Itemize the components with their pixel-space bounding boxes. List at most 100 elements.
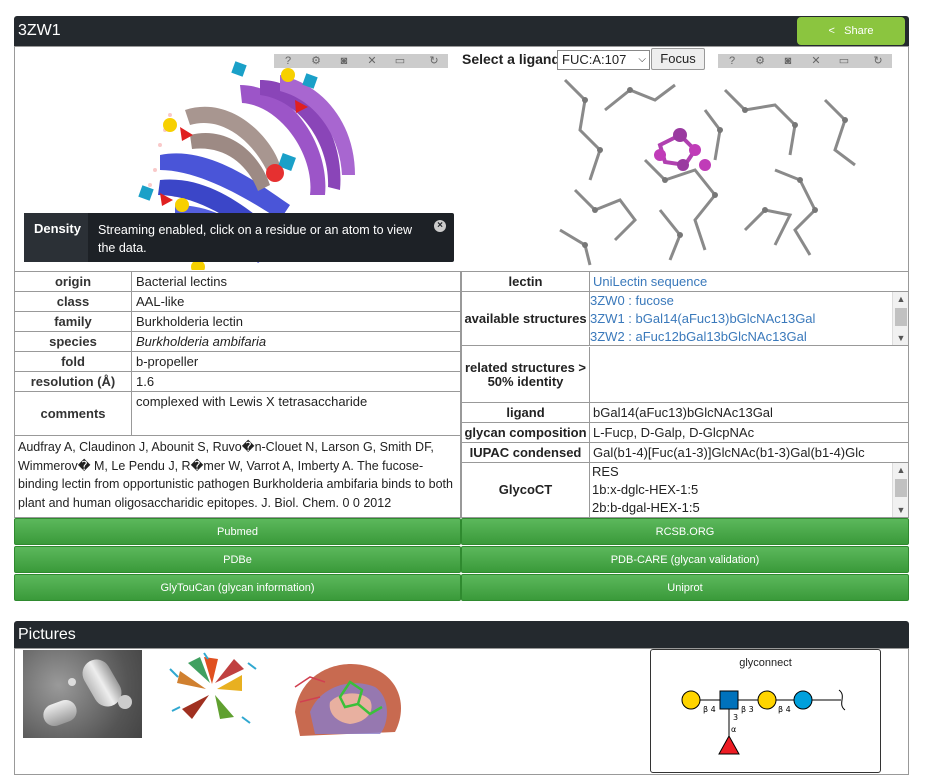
- chevron-up-icon[interactable]: ▲: [893, 292, 909, 306]
- glcnac-residue: [231, 61, 247, 77]
- related-structures-label: related structures > 50% identity: [462, 347, 590, 403]
- camera-icon[interactable]: ◙: [774, 54, 802, 68]
- glycan-link-label: β 4: [778, 705, 791, 714]
- gear-icon[interactable]: ⚙: [746, 54, 774, 68]
- focus-button[interactable]: Focus: [651, 48, 705, 70]
- list-item[interactable]: 3ZW2 : aFuc12bGal13bGlcNAc13Gal: [590, 328, 908, 346]
- chevron-down-icon[interactable]: ▼: [893, 503, 909, 517]
- glcnac-residue: [138, 185, 154, 201]
- pdbe-button[interactable]: PDBe: [14, 546, 461, 573]
- glycan-diagram: β 4 β 3 β 4 3 α: [681, 689, 846, 755]
- glycan-link-label: β 4: [703, 705, 716, 714]
- bacterium-shape: [40, 696, 80, 730]
- bacterium-shape: [118, 695, 132, 709]
- related-structures-value: [590, 347, 908, 403]
- scrollbar[interactable]: ▲ ▼: [892, 292, 908, 345]
- chevron-down-icon: ⌵: [638, 54, 646, 65]
- expand-icon[interactable]: ▭: [386, 54, 414, 68]
- ligand-value: bGal14(aFuc13)bGlcNAc13Gal: [590, 403, 908, 423]
- pictures-title: Pictures: [18, 626, 76, 643]
- fucose-icon: [718, 734, 740, 755]
- list-item[interactable]: 3ZW0 : fucose: [590, 292, 908, 310]
- list-item[interactable]: 3ZW1 : bGal14(aFuc13)bGlcNAc13Gal: [590, 310, 908, 328]
- refresh-icon[interactable]: ↻: [420, 54, 448, 68]
- row-value: AAL-like: [131, 291, 461, 312]
- chevron-down-icon[interactable]: ▼: [893, 331, 909, 345]
- pictures-header: Pictures: [14, 621, 909, 648]
- glucose-icon: [793, 690, 813, 710]
- uniprot-button[interactable]: Uniprot: [461, 574, 909, 601]
- surface-structure-image[interactable]: [290, 652, 408, 738]
- row-value: 1.6: [131, 371, 461, 392]
- row-value: Bacterial lectins: [131, 271, 461, 292]
- row-label: resolution (Å): [14, 371, 132, 392]
- galactose-residue: [163, 118, 177, 132]
- glcnac-icon: [719, 690, 739, 710]
- available-structures-list[interactable]: 3ZW0 : fucose 3ZW1 : bGal14(aFuc13)bGlcN…: [590, 292, 908, 346]
- tools-icon[interactable]: ✕: [358, 54, 386, 68]
- ligand-stick-viewer[interactable]: [545, 70, 875, 270]
- unilectin-sequence-link[interactable]: UniLectin sequence: [590, 272, 908, 292]
- row-label: fold: [14, 351, 132, 372]
- camera-icon[interactable]: ◙: [330, 54, 358, 68]
- expand-icon[interactable]: ▭: [830, 54, 858, 68]
- glytoucan-button[interactable]: GlyTouCan (glycan information): [14, 574, 461, 601]
- density-tooltip: Density Streaming enabled, click on a re…: [24, 213, 454, 262]
- table-row: family Burkholderia lectin: [14, 311, 461, 332]
- table-row: class AAL-like: [14, 291, 461, 312]
- row-value: b-propeller: [131, 351, 461, 372]
- row-value: complexed with Lewis X tetrasaccharide: [131, 391, 461, 436]
- table-row: origin Bacterial lectins: [14, 271, 461, 292]
- glycoct-label: GlycoCT: [462, 463, 590, 517]
- glycan-composition-label: glycan composition: [462, 423, 590, 443]
- galactose-icon: [757, 690, 777, 710]
- row-value: Burkholderia ambifaria: [131, 331, 461, 352]
- glycan-composition-value: L-Fucp, D-Galp, D-GlcpNAc: [590, 423, 908, 443]
- scrollbar-thumb[interactable]: [895, 479, 907, 497]
- pdbcare-button[interactable]: PDB-CARE (glycan validation): [461, 546, 909, 573]
- bacteria-micrograph-image[interactable]: [23, 650, 142, 738]
- structure-info-table: lectin UniLectin sequence available stru…: [461, 271, 909, 518]
- refresh-icon[interactable]: ↻: [864, 54, 892, 68]
- select-ligand-label: Select a ligand: [462, 51, 561, 67]
- table-row: fold b-propeller: [14, 351, 461, 372]
- ligand-select[interactable]: FUC:A:107 ⌵: [557, 50, 650, 70]
- scrollbar[interactable]: ▲ ▼: [892, 463, 908, 517]
- lectin-label: lectin: [462, 272, 590, 292]
- close-icon[interactable]: ×: [434, 220, 446, 232]
- help-icon[interactable]: ?: [274, 54, 302, 68]
- citation-text: Audfray A, Claudinon J, Abounit S, Ruvo�…: [14, 436, 461, 518]
- ligand-label: ligand: [462, 403, 590, 423]
- gear-icon[interactable]: ⚙: [302, 54, 330, 68]
- glyconnect-label: glyconnect: [739, 657, 792, 669]
- chevron-up-icon[interactable]: ▲: [893, 463, 909, 477]
- galactose-residue: [281, 68, 295, 82]
- fucose-ligand: [654, 128, 711, 171]
- density-title: Density: [24, 213, 88, 262]
- page-title: 3ZW1: [18, 22, 61, 39]
- fucose-residue: [266, 164, 284, 182]
- galactose-icon: [681, 690, 701, 710]
- propeller-structure-image[interactable]: [165, 652, 260, 727]
- residue-atoms: [582, 87, 848, 248]
- available-structures-label: available structures: [462, 292, 590, 346]
- glycoct-textarea[interactable]: RES 1b:x-dglc-HEX-1:5 2b:b-dgal-HEX-1:5 …: [590, 463, 908, 517]
- table-row: species Burkholderia ambifaria: [14, 331, 461, 352]
- pubmed-button[interactable]: Pubmed: [14, 518, 461, 545]
- row-label: origin: [14, 271, 132, 292]
- glycoct-line: RES: [592, 464, 619, 479]
- iupac-label: IUPAC condensed: [462, 443, 590, 463]
- glycan-link-label: α: [731, 725, 736, 734]
- glyconnect-card[interactable]: glyconnect β 4 β 3 β 4 3 α: [650, 649, 881, 773]
- table-row: comments complexed with Lewis X tetrasacc…: [14, 391, 461, 436]
- help-icon[interactable]: ?: [718, 54, 746, 68]
- share-icon: <: [828, 25, 835, 37]
- tools-icon[interactable]: ✕: [802, 54, 830, 68]
- structure-header: 3ZW1 < Share: [14, 16, 909, 46]
- right-viewer-toolbar: ? ⚙ ◙ ✕ ▭ ↻: [718, 54, 892, 68]
- row-value: Burkholderia lectin: [131, 311, 461, 332]
- share-button[interactable]: < Share: [797, 17, 905, 45]
- row-label: species: [14, 331, 132, 352]
- scrollbar-thumb[interactable]: [895, 308, 907, 326]
- rcsb-button[interactable]: RCSB.ORG: [461, 518, 909, 545]
